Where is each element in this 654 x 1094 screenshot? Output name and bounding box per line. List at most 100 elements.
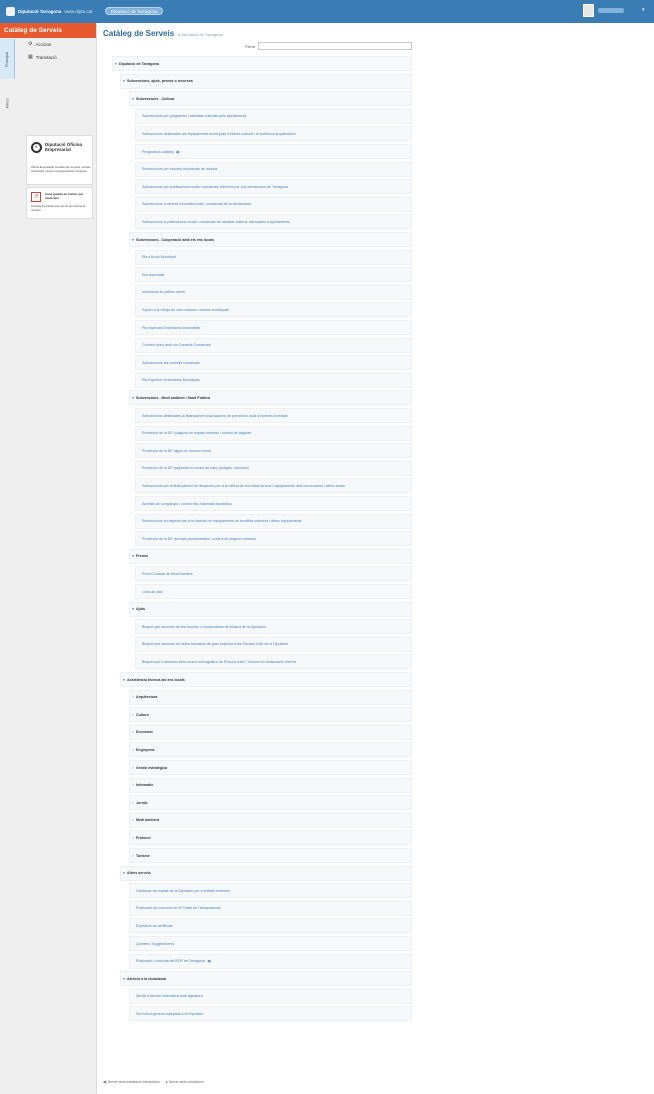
tree-row-label: Subvencions per programes i activitats c… [142, 114, 247, 119]
brand[interactable]: Diputació Tarragona www.dipta.cat [6, 6, 92, 17]
user-avatar[interactable] [583, 4, 594, 17]
tree-service-link[interactable]: Conveni marc amb els Consells Comarcals [135, 337, 412, 353]
tree-service-link[interactable]: Programa e-catàleg ◀) [135, 144, 412, 159]
page-header: Catàleg de Serveis a Diputació de Tarrag… [103, 29, 223, 38]
dot-icon: ● [165, 1080, 168, 1084]
tree-category-row[interactable]: ▾ Atenció a la ciutadania [120, 971, 412, 987]
tree-service-link[interactable]: Expedició de certificats [129, 918, 412, 934]
tree-category-row[interactable]: › Enginyeria [129, 742, 412, 758]
tree-row-label: Gestió estratègica [136, 765, 168, 770]
tree-service-link[interactable]: Subvencions als consells comarcals [135, 355, 412, 371]
tree-category-row[interactable]: › Medi ambient [129, 812, 412, 828]
tree-category-row[interactable]: ▾ Subvencions, ajuts, premis o recursos [120, 73, 412, 89]
tree-category-row[interactable]: › Econòmic [129, 724, 412, 740]
sidebar-tab-principal[interactable]: Principal [0, 39, 15, 79]
tree-row-label: Prevenció de la DP aigua de consum humà [142, 448, 212, 453]
tree-service-link[interactable]: Publicació i consulta del BOP de Tarrago… [129, 953, 412, 969]
tree-row-label: Inversions de petites obres [142, 290, 185, 295]
tree-service-link[interactable]: Prevenció de la DP i plagues en espais f… [135, 425, 412, 441]
tree-row-label: Beques per a alumnes dels cursos monogrà… [142, 659, 297, 664]
tree-row-label: Subvencions - Medi ambient i Salut Públi… [136, 395, 211, 400]
tree-category-row[interactable]: ▾ Subvencions - Medi ambient i Salut Públ… [129, 390, 412, 406]
tree-row-label: Protocol [136, 835, 151, 840]
ad-zona-guiada[interactable]: ↗ Zona guiada de tràmits per municipis C… [26, 187, 93, 219]
tree-service-link[interactable]: Premi Ciutadà de Medi Ambient [135, 566, 412, 582]
tree-category-row[interactable]: › Arquitectura [129, 689, 412, 705]
tree-service-link[interactable]: Pla especial d'inversions sostenibles [135, 320, 412, 335]
sidebar-item-label: Tramitació [35, 54, 57, 60]
tree-category-row[interactable]: ▾ Ajuts [129, 601, 412, 617]
tree-service-link[interactable]: Prevenció de la DP, animals peridomèstic… [135, 531, 412, 547]
tree-service-link[interactable]: Animals de companyia i control ètic d'an… [135, 496, 412, 511]
user-name-blurred[interactable] [598, 8, 624, 13]
tree-category-row[interactable]: ▾ Altres serveis [120, 865, 412, 881]
tree-row-label: Subvencions per publicacions locals i co… [142, 184, 289, 189]
tree-row-label: Cultura [136, 712, 149, 717]
tree-service-link[interactable]: Beques per a alumnes dels cursos monogrà… [135, 654, 412, 670]
tree-service-link[interactable]: Inversions de petites obres [135, 284, 412, 300]
legend-conditions: ● Servei amb condicions [165, 1080, 204, 1084]
tree-service-link[interactable]: Servei d'atenció telemàtica amb signatur… [129, 988, 412, 1004]
tree-row-label: Conveni marc amb els Consells Comarcals [142, 343, 211, 348]
tree-category-row[interactable]: › Informàtic [129, 777, 412, 793]
tree-row-label: Altres serveis [127, 871, 151, 876]
page-subtitle: a Diputació de Tarragona [178, 32, 223, 37]
sidebar-item-tramitacio[interactable]: ▦ Tramitació [28, 53, 57, 61]
tree-service-link[interactable]: Prevenció de la DP seguretat en zones de… [135, 460, 412, 476]
tree-service-link[interactable]: Sol·licitud general adreçada a la Diputa… [129, 1006, 412, 1022]
tree-category-row[interactable]: ▾ Diputació de Tarragona [112, 56, 412, 71]
tree-service-link[interactable]: Beques per alumnes de cicles formatius d… [135, 636, 412, 652]
brand-logo-icon [6, 7, 15, 16]
tree-category-row[interactable]: › Jurídic [129, 795, 412, 811]
tree-row-label: Subvencions, ajuts, premis o recursos [127, 79, 193, 84]
tree-category-row[interactable]: ▾ Assistència tècnica als ens locals [120, 672, 412, 687]
user-menu-caret-icon[interactable]: ▾ [642, 7, 645, 13]
tree-row-label: Subvencions per escoles municipals de mú… [142, 167, 218, 172]
tree-service-link[interactable]: Publicació de convenis en el Portal de T… [129, 900, 412, 916]
page-title: Catàleg de Serveis [103, 29, 175, 38]
sidebar-item-accions[interactable]: ⚙ Accions [28, 40, 51, 48]
tree-row-label: Informàtic [136, 783, 154, 788]
tree-service-link[interactable]: Línia de vida [135, 584, 412, 599]
tree-service-link[interactable]: Suport a la neteja de vies urbanes i cam… [135, 302, 412, 318]
tree-service-link[interactable]: Subvencions destinades al finançament d'… [135, 408, 412, 423]
tree-service-link[interactable]: Prevenció de la DP aigua de consum humà [135, 443, 412, 459]
filter-input[interactable] [258, 42, 413, 50]
tree-category-row[interactable]: ▾ Subvencions - Cooperació amb els ens lo… [129, 232, 412, 247]
tree-service-link[interactable]: Subvencions per al finançament de despes… [135, 478, 412, 494]
ad-title: Zona guiada de tràmits per municipis [45, 192, 84, 200]
tree-category-row[interactable]: › Protocol [129, 830, 412, 846]
tree-service-link[interactable]: Subvencions per escoles municipals de mú… [135, 161, 412, 177]
tree-row-label: Prevenció de la DP i plagues en espais f… [142, 431, 252, 436]
tree-service-link[interactable]: Subvencions en espècie per a la inversió… [135, 513, 412, 529]
tree-category-row[interactable]: › Turisme [129, 848, 412, 863]
tree-service-link[interactable]: Pla d'Acció Municipal [135, 249, 412, 265]
tree-category-row[interactable]: ▾ Premis [129, 548, 412, 564]
sidebar-tab-altres[interactable]: Altres [0, 83, 15, 123]
tree-row-label: Servei d'atenció telemàtica amb signatur… [136, 994, 203, 999]
entity-pill[interactable]: Diputació de Tarragona [105, 7, 164, 15]
top-bar: Diputació Tarragona www.dipta.cat Diputa… [0, 0, 654, 23]
tree-service-link[interactable]: Ens Associats [135, 267, 412, 283]
tree-service-link[interactable]: Subvencions a publicacions locals i coma… [135, 214, 412, 230]
tree-service-link[interactable]: Queixes i Suggeriments [129, 936, 412, 951]
tree-category-row[interactable]: › Gestió estratègica [129, 760, 412, 775]
tree-service-link[interactable]: Gestionar els espais de la Diputació per… [129, 883, 412, 899]
tree-row-label: Sol·licitud general adreçada a la Diputa… [136, 1011, 204, 1016]
ad-oficina-empresarial[interactable]: ◐ Diputació Oficina Empresarial Oficina … [26, 135, 93, 185]
tree-service-link[interactable]: Subvencions per programes i activitats c… [135, 108, 412, 124]
tree-row-label: Subvencions en espècie per a la inversió… [142, 519, 302, 524]
tree-row-label: Publicació i consulta del BOP de Tarrago… [136, 959, 205, 964]
tree-service-link[interactable]: Subvencions destinades als equipaments m… [135, 126, 412, 142]
tree-service-link[interactable]: Pla Especial d'Inversions Municipals [135, 372, 412, 388]
tree-category-row[interactable]: › Cultura [129, 707, 412, 723]
oficina-logo-icon: ◐ [31, 142, 42, 153]
tree-service-link[interactable]: Beques per alumnes de les escoles i Cons… [135, 619, 412, 635]
tree-category-row[interactable]: ▾ Subvencions - Cultura [129, 91, 412, 107]
tree-row-label: Enginyeria [136, 747, 155, 752]
tree-row-label: Beques per alumnes de cicles formatius d… [142, 642, 289, 647]
filter-bar: Filtrar [245, 42, 413, 50]
tree-service-link[interactable]: Subvencions per publicacions locals i co… [135, 179, 412, 195]
tree-service-link[interactable]: Subvencions a centres d'estudis locals i… [135, 196, 412, 212]
tree-row-label: Línia de vida [142, 589, 163, 594]
